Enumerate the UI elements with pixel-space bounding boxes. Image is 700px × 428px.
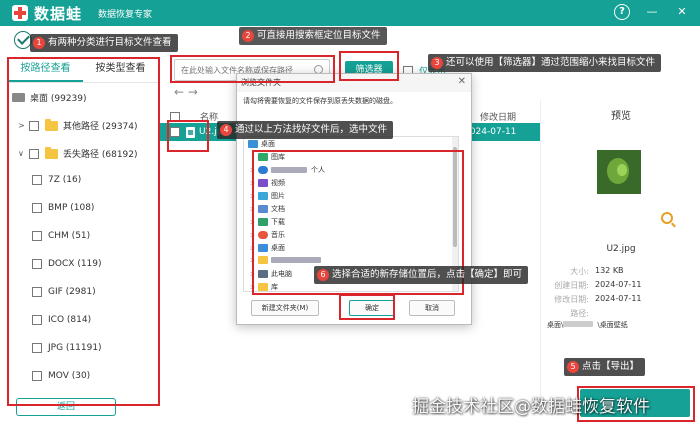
annotation-box-2 bbox=[170, 55, 335, 83]
preview-panel: 预览 U2.jpg 大小: 132 KB 创建日期: 2024-07-11 修改… bbox=[540, 100, 700, 400]
app-logo-icon bbox=[12, 5, 28, 21]
preview-title: 预览 bbox=[611, 111, 631, 122]
watermark: 掘金技术社区@数据蛙恢复软件 bbox=[412, 397, 650, 417]
meta-modified: 修改日期: 2024-07-11 bbox=[554, 294, 642, 304]
preview-thumbnail bbox=[597, 150, 641, 194]
app-subtitle: 数据恢复专家 bbox=[98, 9, 153, 20]
callout-1: 1 有两种分类进行目标文件查看 bbox=[30, 34, 178, 52]
meta-created: 创建日期: 2024-07-11 bbox=[554, 280, 642, 290]
callout-4: 4 通过以上方法找好文件后，选中文件 bbox=[217, 121, 394, 139]
callout-6: 6 选择合适的新存储位置后，点击【确定】即可 bbox=[314, 266, 529, 284]
meta-path-key: 路径: bbox=[570, 309, 589, 318]
window-controls: ? — ✕ bbox=[614, 4, 690, 20]
app-brand: 数据蛙 bbox=[34, 4, 83, 23]
cancel-button[interactable]: 取消 bbox=[409, 300, 455, 316]
close-button[interactable]: ✕ bbox=[674, 4, 690, 20]
callout-2: 2 可直接用搜索框定位目标文件 bbox=[239, 27, 387, 45]
dialog-close-icon[interactable]: ✕ bbox=[458, 76, 466, 87]
preview-filename: U2.jpg bbox=[606, 244, 636, 254]
nav-arrows[interactable]: ← → bbox=[174, 85, 198, 99]
blurred-text bbox=[563, 321, 594, 327]
new-folder-button[interactable]: 新建文件夹(M) bbox=[251, 300, 319, 316]
meta-size: 大小: 132 KB bbox=[570, 266, 624, 276]
column-modified[interactable]: 修改日期 bbox=[480, 110, 516, 123]
annotation-box-3 bbox=[339, 51, 399, 81]
desktop-icon bbox=[248, 140, 258, 148]
annotation-box-4 bbox=[167, 120, 209, 152]
help-icon[interactable]: ? bbox=[614, 4, 630, 20]
zoom-icon[interactable] bbox=[661, 212, 673, 224]
callout-5: 5 点击【导出】 bbox=[564, 358, 646, 376]
dlg-item-desktop[interactable]: 桌面 bbox=[248, 139, 275, 149]
dialog-description: 请勾将需要恢复的文件保存到原丢失数据的磁盘。 bbox=[243, 97, 397, 105]
minimize-button[interactable]: — bbox=[644, 4, 660, 20]
meta-path: 桌面\ \桌面壁纸 bbox=[547, 321, 628, 329]
annotation-box-1 bbox=[7, 57, 160, 406]
title-bar: 数据蛙 数据恢复专家 ? — ✕ bbox=[0, 0, 700, 26]
annotation-box-6b bbox=[339, 294, 395, 320]
callout-3: 3 还可以使用【筛选器】通过范围缩小来找目标文件 bbox=[428, 54, 662, 72]
